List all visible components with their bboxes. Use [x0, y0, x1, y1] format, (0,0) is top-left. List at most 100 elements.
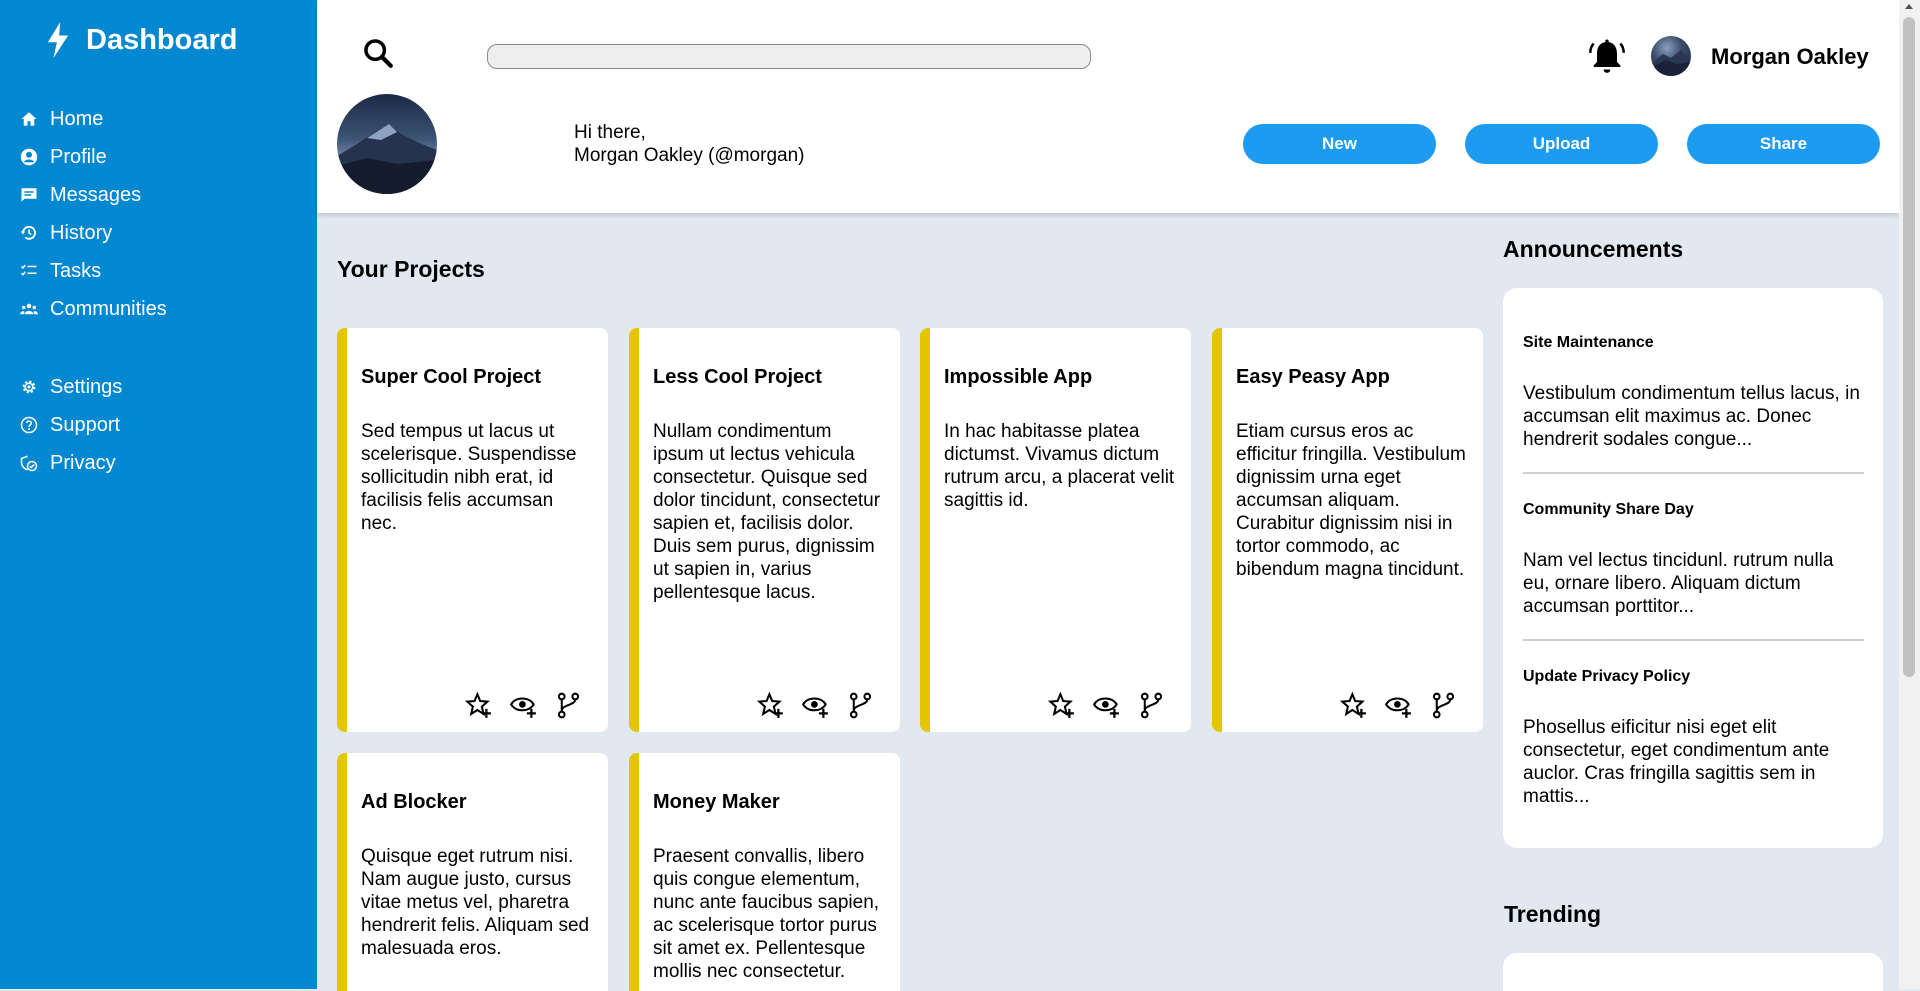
history-icon	[20, 225, 36, 240]
secondary-nav: Settings Support Privacy	[20, 368, 122, 482]
project-description: Sed tempus ut lacus ut scelerisque. Susp…	[361, 421, 577, 534]
project-description: Praesent convallis, libero quis congue e…	[653, 846, 880, 982]
star-add-icon[interactable]	[757, 692, 784, 719]
project-actions	[1340, 692, 1457, 719]
sidebar-item-messages[interactable]: Messages	[20, 176, 167, 214]
scrollbar[interactable]	[1899, 0, 1920, 989]
share-button[interactable]: Share	[1687, 124, 1880, 164]
watch-add-icon[interactable]	[1093, 692, 1120, 719]
project-card[interactable]: Easy Peasy App Etiam cursus eros ac effi…	[1212, 328, 1483, 732]
sidebar-item-label: Support	[50, 413, 121, 436]
project-title: Money Maker	[653, 791, 780, 813]
divider	[1523, 639, 1864, 641]
announcement-text: Nam vel lectus tincidunl. rutrum nulla e…	[1523, 550, 1834, 617]
sidebar-item-label: Tasks	[50, 259, 102, 282]
announcement-title: Community Share Day	[1523, 501, 1694, 518]
main-nav: Home Profile Messages History Tasks Comm…	[20, 100, 167, 328]
sidebar-item-history[interactable]: History	[20, 214, 167, 252]
greeting: Hi there, Morgan Oakley (@morgan)	[574, 121, 804, 167]
sidebar-item-label: Profile	[50, 145, 107, 168]
header-username[interactable]: Morgan Oakley	[1711, 44, 1869, 70]
project-card[interactable]: Ad Blocker Quisque eget rutrum nisi. Nam…	[337, 753, 608, 991]
bell-icon[interactable]	[1587, 36, 1627, 78]
sidebar-item-support[interactable]: Support	[20, 406, 122, 444]
project-title: Super Cool Project	[361, 366, 542, 388]
sidebar-item-privacy[interactable]: Privacy	[20, 444, 122, 482]
watch-add-icon[interactable]	[802, 692, 829, 719]
profile-avatar	[337, 94, 437, 194]
project-description: Quisque eget rutrum nisi. Nam augue just…	[361, 846, 590, 959]
project-actions	[1048, 692, 1165, 719]
announcement-title: Update Privacy Policy	[1523, 668, 1691, 685]
scroll-thumb[interactable]	[1903, 17, 1915, 677]
avatar[interactable]	[1651, 36, 1691, 76]
help-circle-icon	[20, 416, 38, 434]
watch-add-icon[interactable]	[1385, 692, 1412, 719]
greeting-user: Morgan Oakley (@morgan)	[574, 145, 805, 166]
sidebar-item-label: Messages	[50, 183, 142, 206]
sidebar-item-tasks[interactable]: Tasks	[20, 252, 167, 290]
fork-icon[interactable]	[1138, 692, 1165, 719]
sidebar-item-label: Privacy	[50, 451, 116, 474]
gear-icon	[22, 380, 36, 394]
sidebar-item-label: History	[50, 221, 113, 244]
sidebar-item-communities[interactable]: Communities	[20, 290, 167, 328]
announcement-text: Phosellus eificitur nisi eget elit conse…	[1523, 717, 1830, 807]
announcement-text: Vestibulum condimentum tellus lacus, in …	[1523, 383, 1860, 450]
sidebar-item-settings[interactable]: Settings	[20, 368, 122, 406]
people-group-icon	[20, 303, 38, 315]
star-add-icon[interactable]	[1340, 692, 1367, 719]
lightning-bolt-icon	[47, 22, 69, 58]
sidebar: Dashboard Home Profile Messages History …	[0, 0, 317, 989]
star-add-icon[interactable]	[465, 692, 492, 719]
fork-icon[interactable]	[555, 692, 582, 719]
search-input[interactable]	[487, 44, 1091, 69]
star-add-icon[interactable]	[1048, 692, 1075, 719]
project-description: Etiam cursus eros ac efficitur fringilla…	[1236, 421, 1466, 580]
divider	[1523, 472, 1864, 474]
fork-icon[interactable]	[847, 692, 874, 719]
message-icon	[21, 188, 37, 202]
new-button[interactable]: New	[1243, 124, 1436, 164]
sidebar-item-label: Home	[50, 107, 104, 130]
brand[interactable]: Dashboard	[44, 22, 237, 58]
home-icon	[21, 112, 37, 126]
header: Morgan Oakley Hi there, Morgan Oakley (@…	[317, 0, 1899, 213]
sidebar-item-label: Communities	[50, 297, 167, 320]
upload-button[interactable]: Upload	[1465, 124, 1658, 164]
project-actions	[465, 692, 582, 719]
search-icon[interactable]	[361, 36, 395, 70]
project-title: Less Cool Project	[653, 366, 822, 388]
project-title: Ad Blocker	[361, 791, 467, 813]
project-actions	[757, 692, 874, 719]
project-card[interactable]: Less Cool Project Nullam condimentum ips…	[629, 328, 900, 732]
sidebar-item-home[interactable]: Home	[20, 100, 167, 138]
project-card[interactable]: Money Maker Praesent convallis, libero q…	[629, 753, 900, 991]
task-list-icon	[20, 264, 37, 276]
project-card[interactable]: Impossible App In hac habitasse platea d…	[920, 328, 1191, 732]
account-circle-icon	[20, 148, 38, 166]
avatar-image	[1651, 50, 1691, 76]
greeting-line: Hi there,	[574, 122, 646, 143]
project-title: Easy Peasy App	[1236, 366, 1390, 388]
project-card[interactable]: Super Cool Project Sed tempus ut lacus u…	[337, 328, 608, 732]
announcements-panel: Site Maintenance Vestibulum condimentum …	[1503, 288, 1883, 848]
project-description: In hac habitasse platea dictumst. Vivamu…	[944, 421, 1175, 511]
scroll-up-arrow[interactable]	[1905, 4, 1913, 9]
announcement-item[interactable]: Site Maintenance Vestibulum condimentum …	[1523, 334, 1864, 450]
profile-avatar-image	[337, 124, 437, 194]
projects-title: Your Projects	[337, 256, 485, 282]
announcement-item[interactable]: Community Share Day Nam vel lectus tinci…	[1523, 501, 1864, 617]
sidebar-item-profile[interactable]: Profile	[20, 138, 167, 176]
project-title: Impossible App	[944, 366, 1093, 388]
announcements-title: Announcements	[1503, 236, 1684, 262]
fork-icon[interactable]	[1430, 692, 1457, 719]
brand-title: Dashboard	[86, 23, 238, 56]
shield-lock-icon	[20, 455, 38, 472]
watch-add-icon[interactable]	[510, 692, 537, 719]
announcement-title: Site Maintenance	[1523, 334, 1654, 351]
project-description: Nullam condimentum ipsum ut lectus vehic…	[653, 421, 881, 603]
sidebar-item-label: Settings	[50, 375, 123, 398]
trending-title: Trending	[1504, 901, 1602, 927]
announcement-item[interactable]: Update Privacy Policy Phosellus eificitu…	[1523, 668, 1864, 807]
